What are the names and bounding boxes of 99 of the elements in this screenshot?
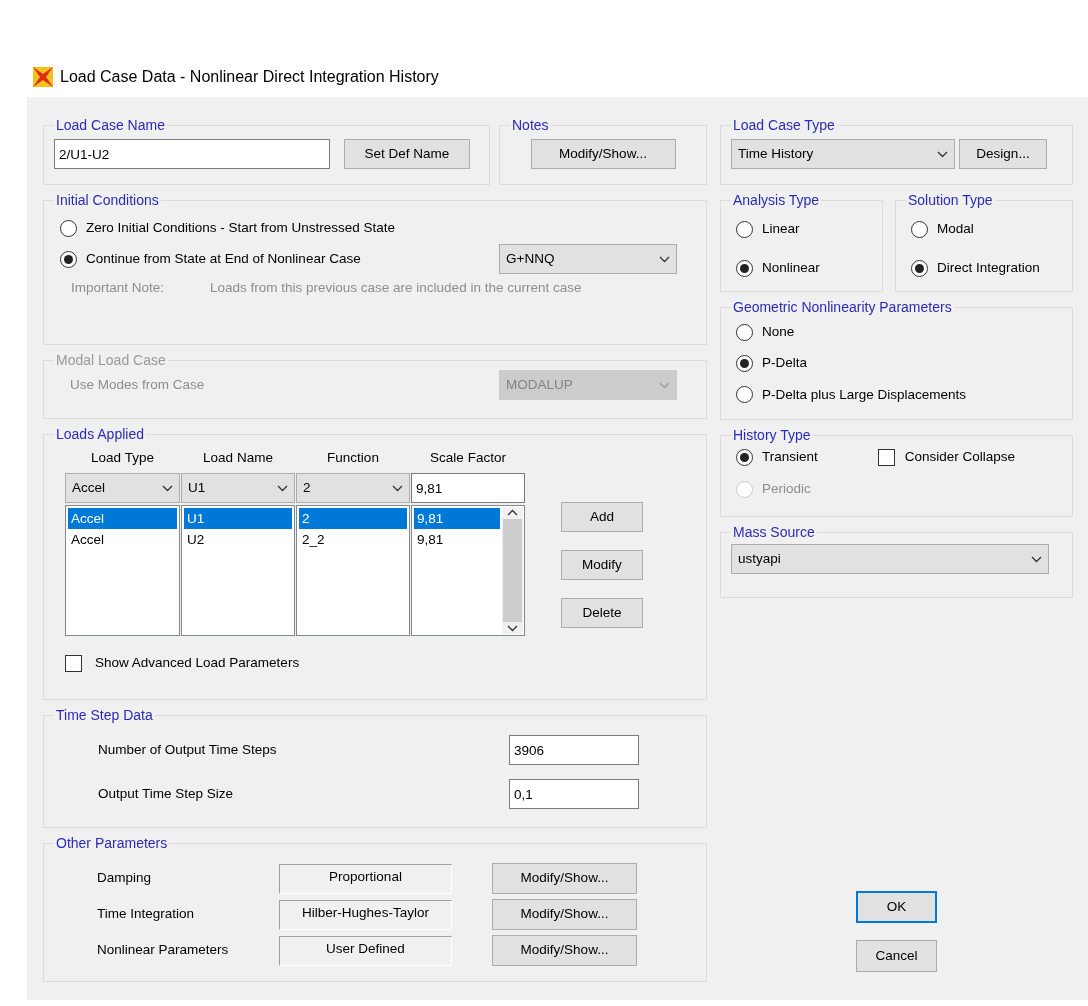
caret-icon [1031, 555, 1042, 563]
group-title: Time Step Data [55, 707, 154, 723]
list-box[interactable]: 9,81 9,81 [411, 505, 525, 637]
group-title: Solution Type [907, 192, 994, 208]
group-title: Mass Source [732, 524, 816, 540]
column-header: Load Name [202, 449, 274, 467]
list-box[interactable]: 2 2_2 [296, 505, 410, 637]
radio-button[interactable] [736, 386, 753, 404]
button[interactable]: Add [561, 502, 643, 532]
field-label: Time Integration [97, 905, 196, 924]
radio-button[interactable] [736, 354, 753, 372]
button[interactable]: Cancel [856, 940, 937, 972]
caret-icon [162, 484, 173, 492]
list-item[interactable]: 2_2 [299, 529, 407, 551]
group-title: Other Parameters [55, 835, 169, 851]
dropdown[interactable]: G+NNQ [499, 244, 677, 275]
option-label: Modal [937, 220, 974, 238]
checkbox[interactable] [877, 448, 895, 466]
chevron-up-icon [507, 509, 518, 517]
radio-button[interactable] [736, 448, 753, 466]
dropdown[interactable]: Accel [65, 473, 180, 504]
column-header: Load Type [90, 449, 155, 467]
checkbox-label: Show Advanced Load Parameters [95, 654, 300, 673]
caret-icon [937, 150, 948, 158]
group-title: Notes [511, 117, 550, 133]
option-label: P-Delta plus Large Displacements [762, 385, 967, 404]
dropdown[interactable]: Time History [731, 139, 955, 169]
group-title: Load Case Name [55, 117, 166, 133]
value-box: User Defined [279, 935, 452, 966]
field-label: Nonlinear Parameters [97, 941, 230, 960]
text-field[interactable]: 3906 [509, 735, 639, 765]
option-label: Transient [762, 448, 818, 466]
window-title: Load Case Data - Nonlinear Direct Integration History [60, 66, 439, 87]
list-box[interactable]: U1 U2 [181, 505, 295, 637]
value-box: Proportional [279, 863, 452, 894]
group-title: Geometric Nonlinearity Parameters [732, 299, 953, 315]
radio-button[interactable] [736, 220, 753, 238]
scrollbar-thumb[interactable] [503, 519, 522, 623]
button[interactable]: Design... [959, 139, 1047, 169]
option-label: Zero Initial Conditions - Start from Unstressed State [86, 219, 396, 237]
button[interactable]: Modify/Show... [492, 935, 637, 966]
list-box[interactable]: Accel Accel [65, 505, 180, 637]
list-item[interactable]: U2 [184, 529, 292, 551]
list-item[interactable]: Accel [68, 508, 177, 530]
caret-icon [659, 255, 670, 263]
radio-button[interactable] [736, 323, 753, 341]
button[interactable]: Modify [561, 550, 643, 580]
field-label: Output Time Step Size [98, 784, 234, 803]
button[interactable]: Delete [561, 598, 643, 628]
column-header: Scale Factor [429, 449, 507, 467]
checkbox-label: Consider Collapse [904, 448, 1016, 466]
option-label: Linear [762, 220, 800, 238]
radio-button[interactable] [736, 259, 753, 277]
text-field[interactable]: 9,81 [411, 473, 525, 504]
option-label: Nonlinear [762, 259, 820, 278]
list-item[interactable]: Accel [68, 529, 177, 551]
dropdown[interactable]: ustyapi [731, 544, 1049, 574]
list-item[interactable]: 9,81 [414, 508, 500, 530]
text-field[interactable]: 0,1 [509, 779, 639, 809]
group-title: History Type [732, 427, 812, 443]
group-title: Analysis Type [732, 192, 821, 208]
group-title: Modal Load Case [55, 352, 167, 368]
scrollbar[interactable] [502, 507, 523, 635]
list-item[interactable]: 2 [299, 508, 407, 530]
note-label: Important Note: [71, 279, 166, 298]
button[interactable]: Modify/Show... [492, 899, 637, 930]
caret-icon [392, 484, 403, 492]
button[interactable]: Modify/Show... [492, 863, 637, 894]
chevron-down-icon [507, 625, 518, 633]
group-title: Initial Conditions [55, 192, 160, 208]
option-label: Direct Integration [937, 259, 1040, 278]
column-header: Function [326, 449, 380, 467]
checkbox[interactable] [65, 654, 82, 672]
button[interactable]: OK [856, 891, 937, 923]
field-label: Damping [97, 869, 153, 888]
field-label: Use Modes from Case [70, 375, 205, 394]
option-label: P-Delta [762, 354, 807, 373]
dropdown[interactable]: 2 [296, 473, 410, 504]
radio-button[interactable] [60, 250, 77, 268]
note-text: Loads from this previous case are included in the current case [210, 279, 582, 298]
text-field[interactable]: 2/U1-U2 [54, 139, 330, 169]
option-label: Continue from State at End of Nonlinear Case [86, 250, 361, 269]
group-title: Load Case Type [732, 117, 836, 133]
radio-button[interactable] [60, 219, 77, 237]
group-title: Loads Applied [55, 426, 145, 442]
list-item[interactable]: U1 [184, 508, 292, 530]
radio-button[interactable] [911, 220, 928, 238]
list-item[interactable]: 9,81 [414, 529, 500, 551]
caret-icon [659, 381, 670, 389]
button[interactable]: Set Def Name [344, 139, 470, 169]
button[interactable]: Modify/Show... [530, 139, 676, 169]
caret-icon [277, 484, 288, 492]
option-label: None [762, 323, 795, 341]
app-icon [32, 65, 54, 88]
value-box: Hilber-Hughes-Taylor [279, 899, 452, 930]
option-label: Periodic [762, 480, 811, 499]
dropdown[interactable]: U1 [181, 473, 295, 504]
radio-button[interactable] [911, 259, 928, 277]
field-label: Number of Output Time Steps [98, 740, 277, 759]
